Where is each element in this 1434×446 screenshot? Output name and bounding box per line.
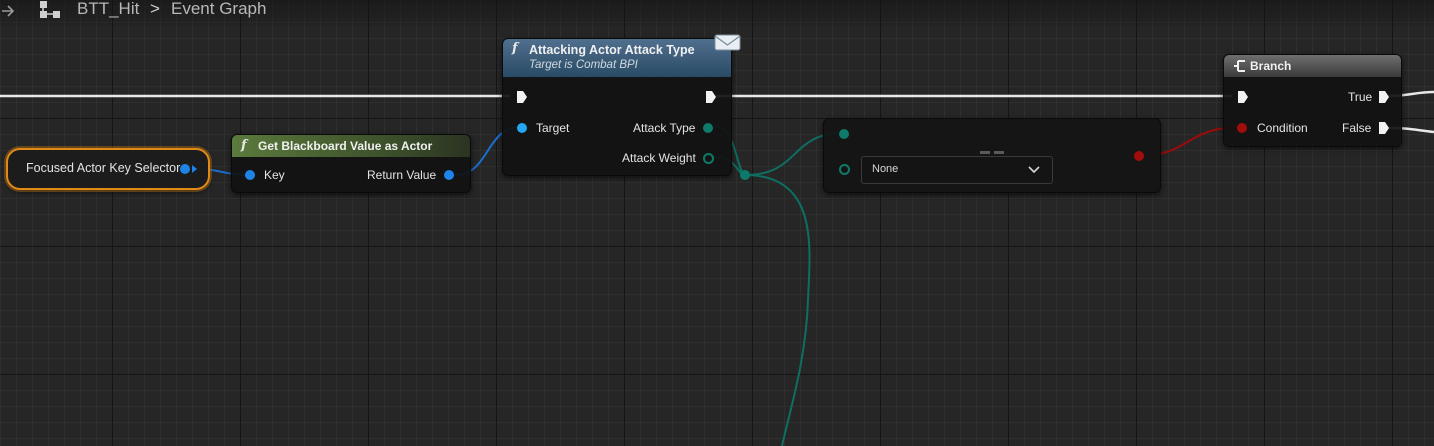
message-envelope-icon <box>714 34 741 51</box>
equals-operator-icon <box>980 151 1004 154</box>
false-exec-output-pin[interactable] <box>1378 121 1390 135</box>
condition-input-label: Condition <box>1257 121 1308 135</box>
branch-icon <box>1234 60 1245 72</box>
attack-type-header: f Attacking Actor Attack Type Target is … <box>503 39 731 77</box>
chevron-down-icon <box>1028 166 1040 174</box>
get-blackboard-title: Get Blackboard Value as Actor <box>258 139 433 153</box>
true-exec-output-pin[interactable] <box>1378 90 1390 104</box>
back-arrow-icon[interactable] <box>0 3 16 19</box>
branch-title: Branch <box>1250 59 1292 73</box>
equal-input-a-pin[interactable] <box>839 129 849 139</box>
enum-wire-down <box>744 174 811 446</box>
attack-type-title: Attacking Actor Attack Type <box>529 43 695 57</box>
attack-weight-output-label: Attack Weight <box>622 151 696 165</box>
return-value-label: Return Value <box>367 168 437 182</box>
graph-canvas[interactable]: BTT_Hit > Event Graph Focused Actor Key … <box>0 0 1434 446</box>
exec-input-pin[interactable] <box>516 90 528 104</box>
attacking-actor-attack-type-node[interactable]: f Attacking Actor Attack Type Target is … <box>502 34 741 176</box>
equal-enum-node[interactable]: None <box>823 118 1161 193</box>
breadcrumb: BTT_Hit > Event Graph <box>0 0 1434 26</box>
breadcrumb-separator: > <box>150 0 160 18</box>
key-selector-label: Focused Actor Key Selector <box>26 161 181 175</box>
branch-header: Branch <box>1224 55 1401 77</box>
branch-node[interactable]: Branch True Condition False <box>1223 54 1402 147</box>
focused-actor-key-selector-node[interactable]: Focused Actor Key Selector <box>6 148 210 190</box>
attack-weight-output-pin[interactable] <box>703 153 714 164</box>
condition-input-pin[interactable] <box>1237 123 1247 133</box>
get-blackboard-header: f Get Blackboard Value as Actor <box>232 135 470 157</box>
branch-exec-input-pin[interactable] <box>1237 90 1249 104</box>
key-input-pin[interactable] <box>245 170 255 180</box>
enum-value-dropdown[interactable]: None <box>861 156 1053 184</box>
target-input-pin[interactable] <box>517 123 527 133</box>
exec-output-pin[interactable] <box>705 90 717 104</box>
equal-output-pin[interactable] <box>1134 151 1144 161</box>
key-selector-output-pin[interactable] <box>180 164 190 174</box>
return-value-output-pin[interactable] <box>444 170 454 180</box>
attack-type-output-pin[interactable] <box>703 123 713 133</box>
enum-reroute-dot <box>740 170 750 180</box>
attack-type-output-label: Attack Type <box>633 121 696 135</box>
breadcrumb-graph[interactable]: Event Graph <box>171 0 266 19</box>
target-input-label: Target <box>536 121 570 135</box>
breadcrumb-asset[interactable]: BTT_Hit <box>77 0 139 19</box>
key-selector-pin-arrow-icon <box>192 165 197 173</box>
function-icon: f <box>241 138 247 153</box>
key-input-label: Key <box>264 168 285 182</box>
true-output-label: True <box>1348 90 1373 104</box>
equal-input-b-pin[interactable] <box>839 164 850 175</box>
attack-type-subtitle: Target is Combat BPI <box>529 59 638 71</box>
blueprint-graph-icon <box>40 1 60 18</box>
get-blackboard-value-node[interactable]: f Get Blackboard Value as Actor Key Retu… <box>231 134 471 193</box>
false-output-label: False <box>1342 121 1372 135</box>
function-icon: f <box>512 41 518 56</box>
enum-dropdown-value: None <box>872 163 899 175</box>
